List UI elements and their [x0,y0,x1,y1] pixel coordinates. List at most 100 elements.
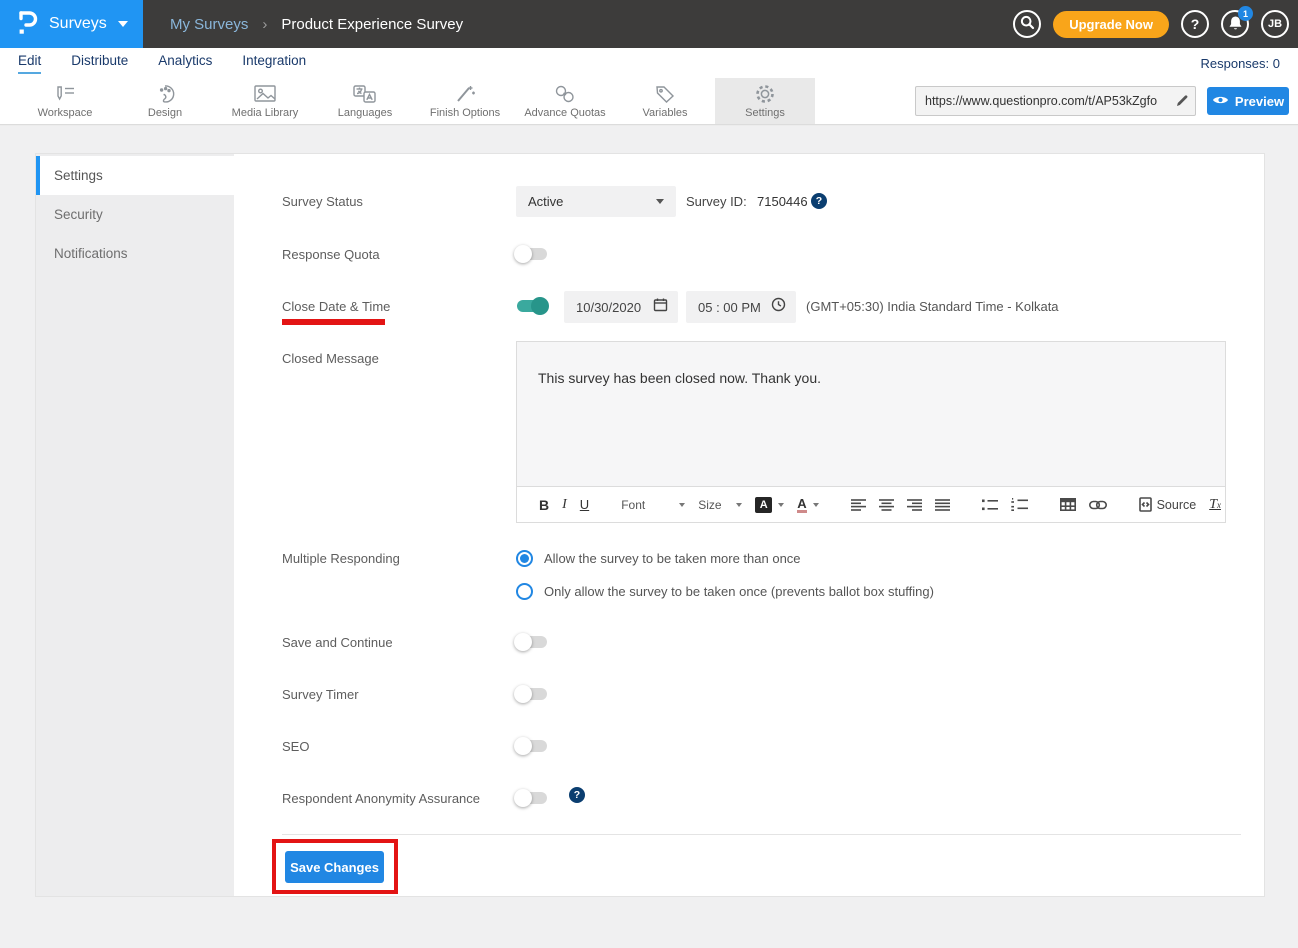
toolbar-item-workspace[interactable]: Workspace [15,78,115,124]
toolbar-item-label: Media Library [232,107,299,119]
product-name: Surveys [49,15,107,33]
tab-analytics[interactable]: Analytics [158,53,212,74]
calendar-icon [653,297,668,317]
toolbar-item-label: Advance Quotas [524,107,605,119]
respondent-anonymity-help-icon[interactable]: ? [569,787,585,803]
search-icon [1020,15,1035,33]
responses-count[interactable]: Responses: 0 [1201,48,1281,78]
survey-status-value: Active [528,194,656,209]
numbered-list-icon[interactable] [1011,498,1028,511]
closed-message-label: Closed Message [282,351,379,366]
toolbar-item-languages[interactable]: Languages [315,78,415,124]
response-quota-toggle[interactable] [514,244,550,264]
toolbar-item-advance-quotas[interactable]: Advance Quotas [515,78,615,124]
radio-once-only[interactable] [516,583,533,600]
tab-edit[interactable]: Edit [18,53,41,74]
breadcrumb-current-survey: Product Experience Survey [281,16,463,33]
toolbar-item-settings[interactable]: Settings [715,78,815,124]
radio-once-only-label[interactable]: Only allow the survey to be taken once (… [544,584,934,599]
background-color-button[interactable]: A [755,497,784,513]
bulleted-list-icon[interactable] [982,499,998,511]
toolbar-item-label: Design [148,107,182,119]
toolbar-item-label: Workspace [38,107,93,119]
settings-panel: Settings Security Notifications Survey S… [35,153,1265,897]
insert-table-icon[interactable] [1060,498,1076,511]
survey-timer-toggle[interactable] [514,684,550,704]
translate-icon [352,84,378,104]
close-date-toggle[interactable] [514,296,550,316]
settings-sidebar: Settings Security Notifications [36,154,234,896]
text-color-icon: A [797,497,806,513]
closed-message-editor: This survey has been closed now. Thank y… [516,341,1226,523]
close-date-field[interactable]: 10/30/2020 [564,291,678,323]
tab-integration[interactable]: Integration [242,53,306,74]
breadcrumb-separator: › [262,16,267,33]
chevron-down-icon [813,503,819,507]
survey-status-label: Survey Status [282,194,363,209]
notification-count-badge: 1 [1238,6,1253,21]
save-and-continue-label: Save and Continue [282,635,393,650]
chevron-down-icon [656,199,664,204]
bg-color-icon: A [755,497,772,513]
tag-icon [654,84,676,104]
insert-link-icon[interactable] [1089,500,1107,510]
closed-message-textarea[interactable]: This survey has been closed now. Thank y… [517,342,1225,486]
radio-multiple-allowed[interactable] [516,550,533,567]
save-and-continue-toggle[interactable] [514,632,550,652]
close-time-field[interactable]: 05 : 00 PM [686,291,796,323]
sidebar-item-security[interactable]: Security [36,195,234,234]
align-center-icon[interactable] [879,499,894,511]
preview-label: Preview [1235,94,1284,109]
respondent-anonymity-toggle[interactable] [514,788,550,808]
preview-button[interactable]: Preview [1207,87,1289,115]
eye-icon [1212,94,1229,109]
sidebar-item-notifications[interactable]: Notifications [36,234,234,273]
gear-icon [754,84,776,104]
underline-button[interactable]: U [580,497,589,512]
response-quota-label: Response Quota [282,247,380,262]
magic-wand-icon [454,84,476,104]
chain-links-icon [553,84,577,104]
italic-button[interactable]: I [562,497,567,513]
help-button[interactable]: ? [1181,10,1209,38]
remove-format-button[interactable]: Tx [1209,497,1221,513]
form-divider [282,834,1241,835]
radio-multiple-allowed-label[interactable]: Allow the survey to be taken more than o… [544,551,801,566]
clock-icon [771,297,786,317]
notifications-button[interactable]: 1 [1221,10,1249,38]
align-left-icon[interactable] [851,499,866,511]
toolbar-item-finish-options[interactable]: Finish Options [415,78,515,124]
workspace-icon [54,84,76,104]
survey-id-value: 7150446 [757,194,808,209]
product-switcher[interactable]: Surveys [0,0,143,48]
user-avatar[interactable]: JB [1261,10,1289,38]
edit-url-pencil-icon[interactable] [1169,94,1195,108]
toolbar-item-media-library[interactable]: Media Library [215,78,315,124]
font-dropdown[interactable]: Font [621,498,685,512]
seo-toggle[interactable] [514,736,550,756]
header-actions: Upgrade Now ? 1 JB [1013,0,1289,48]
multiple-responding-label: Multiple Responding [282,551,400,566]
survey-id-help-icon[interactable]: ? [811,193,827,209]
size-dropdown[interactable]: Size [698,498,742,512]
toolbar-items: Workspace Design Media Library Languages [15,78,815,124]
survey-status-select[interactable]: Active [516,186,676,217]
align-right-icon[interactable] [907,499,922,511]
toolbar-item-design[interactable]: Design [115,78,215,124]
annotation-box [272,839,398,894]
toolbar-item-variables[interactable]: Variables [615,78,715,124]
breadcrumb-my-surveys[interactable]: My Surveys [170,16,248,33]
justify-icon[interactable] [935,499,950,511]
survey-timer-label: Survey Timer [282,687,359,702]
survey-url-input[interactable] [916,94,1169,108]
tab-distribute[interactable]: Distribute [71,53,128,74]
chevron-down-icon [679,503,685,507]
text-color-button[interactable]: A [797,497,818,513]
sidebar-item-settings[interactable]: Settings [36,156,234,195]
bold-button[interactable]: B [539,497,549,513]
source-button[interactable]: Source [1139,497,1197,512]
toolbar-item-label: Finish Options [430,107,500,119]
respondent-anonymity-label: Respondent Anonymity Assurance [282,791,480,806]
upgrade-now-button[interactable]: Upgrade Now [1053,11,1169,38]
search-button[interactable] [1013,10,1041,38]
